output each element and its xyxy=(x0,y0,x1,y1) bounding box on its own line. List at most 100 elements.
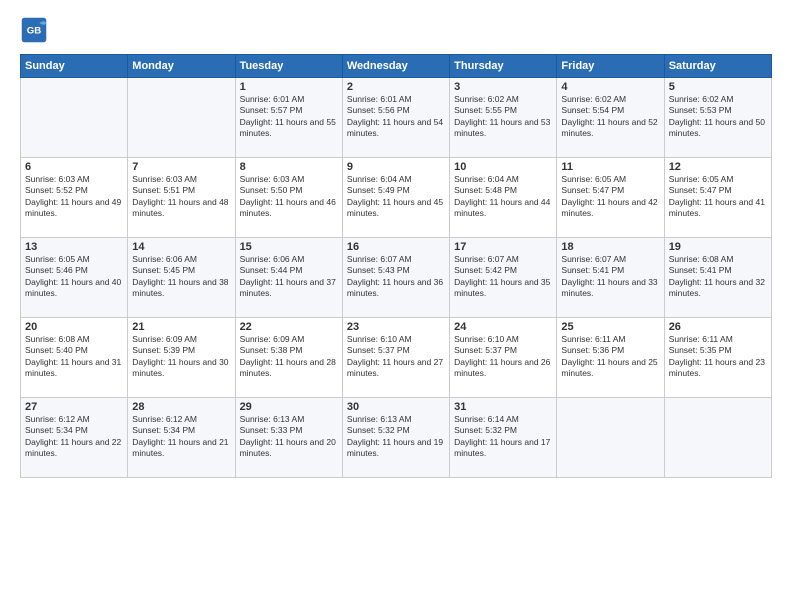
calendar-cell: 25Sunrise: 6:11 AM Sunset: 5:36 PM Dayli… xyxy=(557,318,664,398)
day-number: 4 xyxy=(561,81,659,93)
calendar-cell xyxy=(557,398,664,478)
day-number: 6 xyxy=(25,161,123,173)
calendar-cell: 4Sunrise: 6:02 AM Sunset: 5:54 PM Daylig… xyxy=(557,78,664,158)
day-number: 2 xyxy=(347,81,445,93)
day-number: 30 xyxy=(347,401,445,413)
day-info: Sunrise: 6:12 AM Sunset: 5:34 PM Dayligh… xyxy=(132,414,230,460)
col-header-friday: Friday xyxy=(557,55,664,78)
svg-text:GB: GB xyxy=(27,26,41,37)
day-number: 20 xyxy=(25,321,123,333)
day-number: 24 xyxy=(454,321,552,333)
calendar-cell: 12Sunrise: 6:05 AM Sunset: 5:47 PM Dayli… xyxy=(664,158,771,238)
day-number: 16 xyxy=(347,241,445,253)
calendar-cell: 13Sunrise: 6:05 AM Sunset: 5:46 PM Dayli… xyxy=(21,238,128,318)
day-info: Sunrise: 6:05 AM Sunset: 5:47 PM Dayligh… xyxy=(561,174,659,220)
calendar-cell: 21Sunrise: 6:09 AM Sunset: 5:39 PM Dayli… xyxy=(128,318,235,398)
calendar-cell: 1Sunrise: 6:01 AM Sunset: 5:57 PM Daylig… xyxy=(235,78,342,158)
day-number: 15 xyxy=(240,241,338,253)
calendar-cell xyxy=(21,78,128,158)
calendar-cell: 6Sunrise: 6:03 AM Sunset: 5:52 PM Daylig… xyxy=(21,158,128,238)
day-info: Sunrise: 6:12 AM Sunset: 5:34 PM Dayligh… xyxy=(25,414,123,460)
day-number: 11 xyxy=(561,161,659,173)
day-info: Sunrise: 6:02 AM Sunset: 5:54 PM Dayligh… xyxy=(561,94,659,140)
page: GB SundayMondayTuesdayWednesdayThursdayF… xyxy=(0,0,792,612)
calendar-cell: 19Sunrise: 6:08 AM Sunset: 5:41 PM Dayli… xyxy=(664,238,771,318)
day-info: Sunrise: 6:03 AM Sunset: 5:50 PM Dayligh… xyxy=(240,174,338,220)
day-info: Sunrise: 6:06 AM Sunset: 5:45 PM Dayligh… xyxy=(132,254,230,300)
day-number: 7 xyxy=(132,161,230,173)
header: GB xyxy=(20,16,772,44)
day-info: Sunrise: 6:09 AM Sunset: 5:39 PM Dayligh… xyxy=(132,334,230,380)
calendar-cell: 14Sunrise: 6:06 AM Sunset: 5:45 PM Dayli… xyxy=(128,238,235,318)
day-number: 23 xyxy=(347,321,445,333)
day-info: Sunrise: 6:09 AM Sunset: 5:38 PM Dayligh… xyxy=(240,334,338,380)
calendar-cell: 8Sunrise: 6:03 AM Sunset: 5:50 PM Daylig… xyxy=(235,158,342,238)
calendar-cell: 26Sunrise: 6:11 AM Sunset: 5:35 PM Dayli… xyxy=(664,318,771,398)
calendar-cell: 17Sunrise: 6:07 AM Sunset: 5:42 PM Dayli… xyxy=(450,238,557,318)
day-info: Sunrise: 6:02 AM Sunset: 5:53 PM Dayligh… xyxy=(669,94,767,140)
day-number: 10 xyxy=(454,161,552,173)
day-info: Sunrise: 6:03 AM Sunset: 5:51 PM Dayligh… xyxy=(132,174,230,220)
day-number: 17 xyxy=(454,241,552,253)
calendar-cell: 15Sunrise: 6:06 AM Sunset: 5:44 PM Dayli… xyxy=(235,238,342,318)
col-header-tuesday: Tuesday xyxy=(235,55,342,78)
day-number: 9 xyxy=(347,161,445,173)
day-number: 28 xyxy=(132,401,230,413)
calendar-cell: 29Sunrise: 6:13 AM Sunset: 5:33 PM Dayli… xyxy=(235,398,342,478)
calendar-cell: 24Sunrise: 6:10 AM Sunset: 5:37 PM Dayli… xyxy=(450,318,557,398)
calendar-cell: 28Sunrise: 6:12 AM Sunset: 5:34 PM Dayli… xyxy=(128,398,235,478)
day-info: Sunrise: 6:08 AM Sunset: 5:41 PM Dayligh… xyxy=(669,254,767,300)
day-number: 21 xyxy=(132,321,230,333)
week-row-3: 13Sunrise: 6:05 AM Sunset: 5:46 PM Dayli… xyxy=(21,238,772,318)
day-info: Sunrise: 6:02 AM Sunset: 5:55 PM Dayligh… xyxy=(454,94,552,140)
day-number: 31 xyxy=(454,401,552,413)
day-info: Sunrise: 6:07 AM Sunset: 5:42 PM Dayligh… xyxy=(454,254,552,300)
day-info: Sunrise: 6:05 AM Sunset: 5:46 PM Dayligh… xyxy=(25,254,123,300)
day-info: Sunrise: 6:06 AM Sunset: 5:44 PM Dayligh… xyxy=(240,254,338,300)
day-info: Sunrise: 6:07 AM Sunset: 5:41 PM Dayligh… xyxy=(561,254,659,300)
col-header-sunday: Sunday xyxy=(21,55,128,78)
calendar-cell: 30Sunrise: 6:13 AM Sunset: 5:32 PM Dayli… xyxy=(342,398,449,478)
day-info: Sunrise: 6:08 AM Sunset: 5:40 PM Dayligh… xyxy=(25,334,123,380)
calendar-cell: 31Sunrise: 6:14 AM Sunset: 5:32 PM Dayli… xyxy=(450,398,557,478)
day-info: Sunrise: 6:03 AM Sunset: 5:52 PM Dayligh… xyxy=(25,174,123,220)
day-info: Sunrise: 6:10 AM Sunset: 5:37 PM Dayligh… xyxy=(347,334,445,380)
day-info: Sunrise: 6:05 AM Sunset: 5:47 PM Dayligh… xyxy=(669,174,767,220)
day-number: 27 xyxy=(25,401,123,413)
day-number: 13 xyxy=(25,241,123,253)
day-info: Sunrise: 6:13 AM Sunset: 5:32 PM Dayligh… xyxy=(347,414,445,460)
week-row-1: 1Sunrise: 6:01 AM Sunset: 5:57 PM Daylig… xyxy=(21,78,772,158)
calendar-cell: 23Sunrise: 6:10 AM Sunset: 5:37 PM Dayli… xyxy=(342,318,449,398)
calendar-cell: 18Sunrise: 6:07 AM Sunset: 5:41 PM Dayli… xyxy=(557,238,664,318)
calendar-cell: 22Sunrise: 6:09 AM Sunset: 5:38 PM Dayli… xyxy=(235,318,342,398)
day-info: Sunrise: 6:04 AM Sunset: 5:48 PM Dayligh… xyxy=(454,174,552,220)
day-number: 29 xyxy=(240,401,338,413)
day-number: 14 xyxy=(132,241,230,253)
day-number: 12 xyxy=(669,161,767,173)
day-number: 19 xyxy=(669,241,767,253)
logo-icon: GB xyxy=(20,16,48,44)
day-number: 18 xyxy=(561,241,659,253)
calendar-cell: 10Sunrise: 6:04 AM Sunset: 5:48 PM Dayli… xyxy=(450,158,557,238)
calendar-cell: 27Sunrise: 6:12 AM Sunset: 5:34 PM Dayli… xyxy=(21,398,128,478)
day-info: Sunrise: 6:11 AM Sunset: 5:35 PM Dayligh… xyxy=(669,334,767,380)
calendar-cell: 5Sunrise: 6:02 AM Sunset: 5:53 PM Daylig… xyxy=(664,78,771,158)
day-info: Sunrise: 6:14 AM Sunset: 5:32 PM Dayligh… xyxy=(454,414,552,460)
day-number: 25 xyxy=(561,321,659,333)
day-info: Sunrise: 6:11 AM Sunset: 5:36 PM Dayligh… xyxy=(561,334,659,380)
week-row-4: 20Sunrise: 6:08 AM Sunset: 5:40 PM Dayli… xyxy=(21,318,772,398)
calendar-cell: 16Sunrise: 6:07 AM Sunset: 5:43 PM Dayli… xyxy=(342,238,449,318)
day-number: 8 xyxy=(240,161,338,173)
calendar-cell: 20Sunrise: 6:08 AM Sunset: 5:40 PM Dayli… xyxy=(21,318,128,398)
logo: GB xyxy=(20,16,52,44)
week-row-5: 27Sunrise: 6:12 AM Sunset: 5:34 PM Dayli… xyxy=(21,398,772,478)
calendar-header-row: SundayMondayTuesdayWednesdayThursdayFrid… xyxy=(21,55,772,78)
day-info: Sunrise: 6:07 AM Sunset: 5:43 PM Dayligh… xyxy=(347,254,445,300)
day-number: 22 xyxy=(240,321,338,333)
calendar-cell: 3Sunrise: 6:02 AM Sunset: 5:55 PM Daylig… xyxy=(450,78,557,158)
calendar-cell: 11Sunrise: 6:05 AM Sunset: 5:47 PM Dayli… xyxy=(557,158,664,238)
calendar-cell: 9Sunrise: 6:04 AM Sunset: 5:49 PM Daylig… xyxy=(342,158,449,238)
day-info: Sunrise: 6:13 AM Sunset: 5:33 PM Dayligh… xyxy=(240,414,338,460)
day-number: 26 xyxy=(669,321,767,333)
calendar-cell xyxy=(128,78,235,158)
